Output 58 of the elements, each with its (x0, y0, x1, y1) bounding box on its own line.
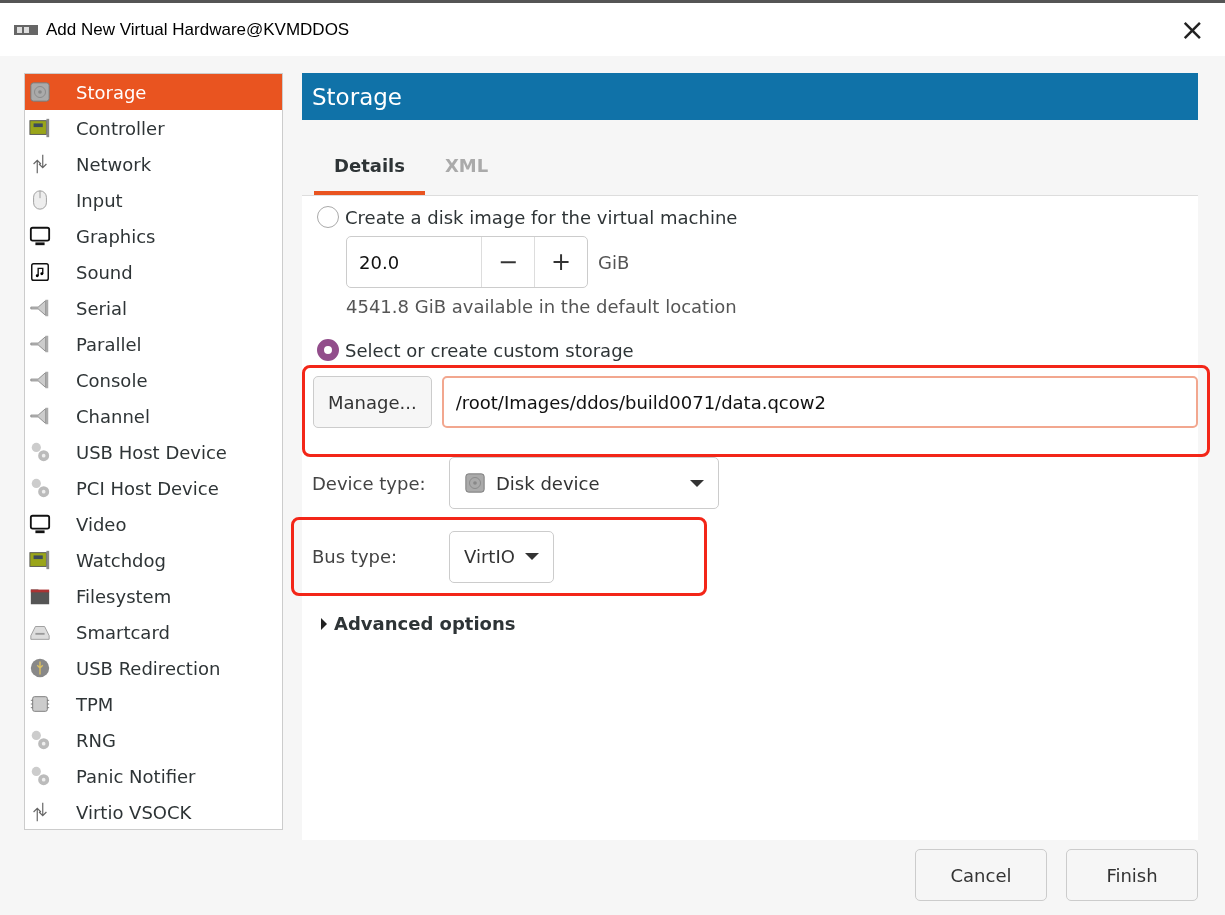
sidebar-item[interactable]: Virtio VSOCK (25, 794, 282, 830)
chip-icon (29, 693, 51, 715)
gears-icon (29, 729, 51, 751)
sidebar-item[interactable]: Console (25, 362, 282, 398)
device-type-label: Device type: (312, 472, 427, 494)
connector-icon (29, 333, 51, 355)
sidebar-item[interactable]: Parallel (25, 326, 282, 362)
bus-type-label: Bus type: (312, 546, 399, 567)
sidebar-item[interactable]: TPM (25, 686, 282, 722)
advanced-options-expander[interactable]: Advanced options (320, 613, 1198, 634)
connector-icon (29, 405, 51, 427)
app-logo-icon (14, 22, 38, 37)
sidebar-item[interactable]: Channel (25, 398, 282, 434)
sidebar-item[interactable]: Video (25, 506, 282, 542)
close-button[interactable]: × (1173, 14, 1211, 45)
increment-button[interactable]: + (534, 237, 587, 287)
gears-icon (29, 765, 51, 787)
sidebar-item[interactable]: USB Host Device (25, 434, 282, 470)
expansion-card-icon (29, 117, 51, 139)
dialog-button[interactable]: Finish (1066, 849, 1198, 901)
sidebar-item[interactable]: Controller (25, 110, 282, 146)
sidebar-item[interactable]: Sound (25, 254, 282, 290)
music-note-icon (29, 261, 51, 283)
device-type-dropdown[interactable]: Disk device (449, 457, 719, 509)
sidebar-item[interactable]: USB Redirection (25, 650, 282, 686)
sidebar-item[interactable]: Panic Notifier (25, 758, 282, 794)
expansion-card-icon (29, 549, 51, 571)
sidebar-item[interactable]: PCI Host Device (25, 470, 282, 506)
sidebar-item[interactable]: RNG (25, 722, 282, 758)
sidebar-item[interactable]: Serial (25, 290, 282, 326)
gears-icon (29, 477, 51, 499)
decrement-button[interactable]: − (481, 237, 534, 287)
size-spinner[interactable]: 20.0 − + (346, 236, 588, 288)
gears-icon (29, 441, 51, 463)
sidebar-item[interactable]: Filesystem (25, 578, 282, 614)
radio-option[interactable]: Select or create custom storage (317, 339, 1198, 361)
window-title: Add New Virtual Hardware@KVMDDOS (46, 19, 351, 40)
connector-icon (29, 369, 51, 391)
bus-type-dropdown[interactable]: VirtIO (449, 530, 554, 583)
sidebar-item[interactable]: Storage (25, 74, 282, 110)
radio-option[interactable]: Create a disk image for the virtual machine (317, 206, 1198, 228)
dialog-button[interactable]: Cancel (915, 849, 1047, 901)
available-space-note: 4541.8 GiB available in the default location (346, 296, 738, 317)
monitor-icon (29, 513, 51, 535)
connector-icon (29, 297, 51, 319)
sidebar-item[interactable]: Network (25, 146, 282, 182)
sidebar-item[interactable]: Input (25, 182, 282, 218)
manage-button[interactable]: Manage... (313, 376, 432, 428)
usb-icon (29, 657, 51, 679)
section-header: Storage (302, 73, 1198, 120)
unit-label: GiB (598, 251, 630, 273)
path-field[interactable]: /root/Images/ddos/build0071/data.qcow2 (441, 376, 1198, 428)
monitor-icon (29, 225, 51, 247)
sidebar-item[interactable]: Graphics (25, 218, 282, 254)
sidebar-item[interactable]: Smartcard (25, 614, 282, 650)
caret-icon (690, 479, 704, 487)
sidebar-item[interactable]: Watchdog (25, 542, 282, 578)
caret-icon (524, 553, 539, 560)
